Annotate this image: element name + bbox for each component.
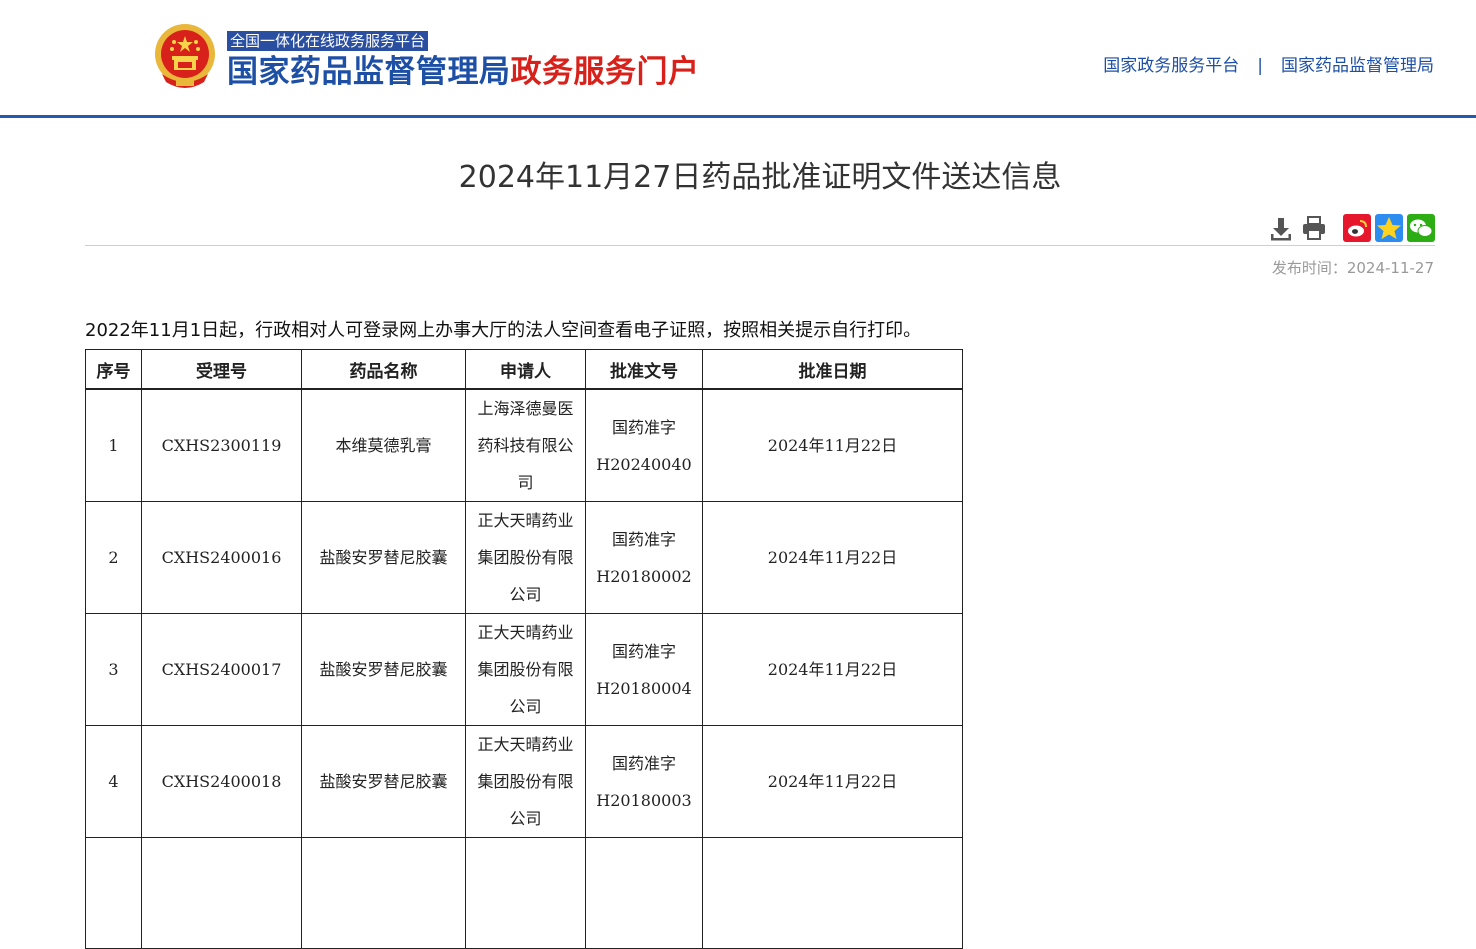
cell-accept-no: CXHS2300119 (141, 388, 302, 502)
col-header-approval-no: 批准文号 (585, 349, 703, 390)
cell-accept-no: CXHS2400016 (141, 501, 302, 614)
table-header-row: 序号 受理号 药品名称 申请人 批准文号 批准日期 (85, 349, 963, 390)
applicant-text: 上海泽德曼医药科技有限公司 (477, 399, 574, 492)
approval-prefix: 国药准字 (611, 529, 676, 549)
table-row (85, 837, 963, 949)
wechat-icon[interactable] (1407, 214, 1435, 242)
applicant-text: 正大天晴药业集团股份有限公司 (477, 623, 574, 716)
title-divider (85, 245, 1435, 246)
cell-approval-no: 国药准字 H20240040 (585, 388, 703, 502)
publish-date: 发布时间：2024-11-27 (1271, 259, 1434, 277)
header-divider (0, 115, 1476, 118)
intro-text: 2022年11月1日起，行政相对人可登录网上办事大厅的法人空间查看电子证照，按照… (85, 320, 922, 341)
download-icon[interactable] (1267, 214, 1295, 242)
table-row: 2 CXHS2400016 盐酸安罗替尼胶囊 正大天晴药业集团股份有限公司 国药… (85, 501, 963, 614)
col-header-applicant: 申请人 (465, 349, 586, 390)
approval-number: H20240040 (596, 454, 692, 474)
col-header-drug-name: 药品名称 (301, 349, 466, 390)
cell-drug-name: 盐酸安罗替尼胶囊 (301, 613, 466, 726)
qzone-icon[interactable] (1375, 214, 1403, 242)
cell-drug-name: 盐酸安罗替尼胶囊 (301, 725, 466, 838)
table-row: 4 CXHS2400018 盐酸安罗替尼胶囊 正大天晴药业集团股份有限公司 国药… (85, 725, 963, 838)
applicant-text: 正大天晴药业集团股份有限公司 (477, 511, 574, 604)
applicant-text: 正大天晴药业集团股份有限公司 (477, 735, 574, 828)
cell-applicant: 正大天晴药业集团股份有限公司 (465, 501, 586, 614)
cell-no: 4 (85, 725, 142, 838)
cell-no: 1 (85, 388, 142, 502)
cell-approval-no: 国药准字 H20180002 (585, 501, 703, 614)
cell-drug-name: 盐酸安罗替尼胶囊 (301, 501, 466, 614)
cell-approval-date: 2024年11月22日 (702, 613, 963, 726)
col-header-approval-date: 批准日期 (702, 349, 963, 390)
site-name-primary: 国家药品监督管理局 (227, 54, 511, 90)
page-title: 2024年11月27日药品批准证明文件送达信息 (458, 160, 1062, 195)
cell-no: 2 (85, 501, 142, 614)
approval-number: H20180003 (596, 790, 692, 810)
table-row: 3 CXHS2400017 盐酸安罗替尼胶囊 正大天晴药业集团股份有限公司 国药… (85, 613, 963, 726)
article-tools (1267, 214, 1439, 242)
link-nmpa[interactable]: 国家药品监督管理局 (1281, 56, 1434, 76)
cell-accept-no: CXHS2400017 (141, 613, 302, 726)
approval-prefix: 国药准字 (611, 753, 676, 773)
link-national-gov-service[interactable]: 国家政务服务平台 (1103, 56, 1239, 76)
site-name[interactable]: 国家药品监督管理局政务服务门户 (227, 52, 700, 92)
cell-accept-no: CXHS2400018 (141, 725, 302, 838)
approval-number: H20180004 (596, 678, 692, 698)
print-icon[interactable] (1300, 214, 1328, 242)
approval-table: 序号 受理号 药品名称 申请人 批准文号 批准日期 1 CXHS2300119 … (85, 349, 963, 949)
cell-approval-no: 国药准字 H20180004 (585, 613, 703, 726)
col-header-accept-no: 受理号 (141, 349, 302, 390)
cell-applicant: 上海泽德曼医药科技有限公司 (465, 388, 586, 502)
cell-applicant: 正大天晴药业集团股份有限公司 (465, 613, 586, 726)
site-name-secondary: 政务服务门户 (510, 54, 700, 90)
approval-prefix: 国药准字 (611, 417, 676, 437)
approval-prefix: 国药准字 (611, 641, 676, 661)
cell-drug-name: 本维莫德乳膏 (301, 388, 466, 502)
national-emblem-icon (155, 24, 215, 88)
cell-approval-date: 2024年11月22日 (702, 501, 963, 614)
top-links: 国家政务服务平台 | 国家药品监督管理局 (1103, 54, 1434, 78)
platform-tag: 全国一体化在线政务服务平台 (227, 31, 429, 51)
site-header: 全国一体化在线政务服务平台 国家药品监督管理局政务服务门户 国家政务服务平台 | 国… (0, 0, 1476, 115)
cell-applicant: 正大天晴药业集团股份有限公司 (465, 725, 586, 838)
approval-number: H20180002 (596, 566, 692, 586)
link-separator: | (1257, 56, 1263, 76)
col-header-no: 序号 (85, 349, 142, 390)
cell-approval-date: 2024年11月22日 (702, 388, 963, 502)
cell-approval-no: 国药准字 H20180003 (585, 725, 703, 838)
cell-no: 3 (85, 613, 142, 726)
table-row: 1 CXHS2300119 本维莫德乳膏 上海泽德曼医药科技有限公司 国药准字 H… (85, 388, 963, 502)
weibo-icon[interactable] (1343, 214, 1371, 242)
cell-approval-date: 2024年11月22日 (702, 725, 963, 838)
